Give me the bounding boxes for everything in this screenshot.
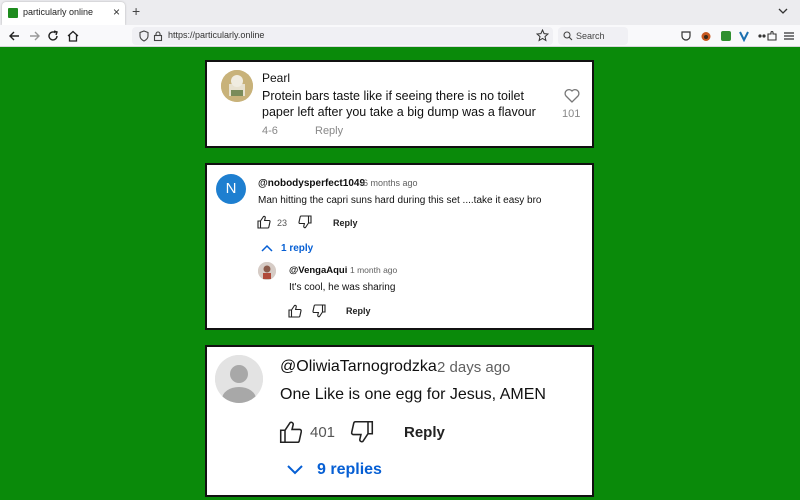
search-placeholder: Search — [576, 31, 605, 41]
comment-text: One Like is one egg for Jesus, AMEN — [280, 386, 546, 403]
navigation-toolbar: https://particularly.online Search — [0, 25, 800, 47]
comment-card-oliwia: @OliwiaTarnogrodzka 2 days ago One Like … — [205, 345, 594, 497]
new-tab-icon[interactable]: + — [132, 3, 140, 19]
reply-text: It's cool, he was sharing — [289, 282, 396, 293]
avatar[interactable]: N — [216, 174, 246, 204]
back-icon[interactable] — [7, 29, 21, 43]
pocket-icon[interactable] — [680, 30, 692, 42]
extension-v-icon[interactable] — [738, 30, 750, 42]
dislike-icon[interactable] — [298, 215, 312, 229]
url-text[interactable]: https://particularly.online — [168, 30, 264, 40]
reply-author[interactable]: @VengaAqui — [289, 265, 347, 276]
reply-time: 1 month ago — [350, 265, 398, 275]
comment-card-nobodysperfect: N @nobodysperfect1049 6 months ago Man h… — [205, 163, 594, 330]
extension-fox-icon[interactable] — [700, 30, 712, 42]
bookmark-star-icon[interactable] — [536, 29, 549, 42]
reply-button[interactable]: Reply — [404, 424, 445, 441]
tracking-protection-shield-icon[interactable] — [138, 30, 150, 42]
lock-icon[interactable] — [152, 30, 164, 42]
heart-icon[interactable] — [564, 88, 580, 103]
reply-button[interactable]: Reply — [315, 125, 343, 137]
like-icon[interactable] — [257, 215, 271, 229]
address-bar[interactable]: https://particularly.online — [132, 27, 553, 45]
comment-date: 4-6 — [262, 125, 278, 137]
chevron-down-icon[interactable] — [287, 465, 303, 475]
chevron-up-icon[interactable] — [261, 244, 273, 252]
comment-time: 6 months ago — [363, 178, 418, 188]
reply-avatar[interactable] — [258, 262, 276, 280]
close-tab-icon[interactable]: × — [113, 5, 120, 19]
dislike-icon[interactable] — [312, 304, 326, 318]
like-icon[interactable] — [279, 420, 303, 444]
search-box[interactable]: Search — [558, 27, 628, 45]
avatar-image-icon — [221, 70, 253, 102]
like-count: 23 — [277, 218, 288, 228]
tab-bar: particularly online × + — [0, 0, 800, 25]
reply-button[interactable]: Reply — [346, 306, 371, 316]
comment-author[interactable]: @nobodysperfect1049 — [258, 178, 365, 189]
site-favicon-icon — [8, 8, 18, 18]
replies-toggle[interactable]: 9 replies — [317, 461, 382, 479]
extensions-puzzle-icon[interactable] — [766, 30, 778, 42]
avatar[interactable] — [215, 355, 263, 403]
tab-title: particularly online — [23, 7, 94, 17]
extension-green-icon[interactable] — [720, 30, 732, 42]
dislike-icon[interactable] — [350, 420, 374, 444]
active-tab[interactable]: particularly online × — [2, 2, 125, 25]
comment-author[interactable]: Pearl — [262, 71, 290, 85]
search-icon — [563, 31, 573, 41]
list-all-tabs-icon[interactable] — [778, 6, 788, 16]
app-menu-icon[interactable] — [783, 30, 795, 42]
reload-icon[interactable] — [46, 29, 60, 43]
like-count: 101 — [562, 108, 581, 120]
replies-toggle[interactable]: 1 reply — [281, 243, 313, 254]
comment-text-line1: Protein bars taste like if seeing there … — [262, 89, 524, 103]
comment-text-line2: paper left after you take a big dump was… — [262, 105, 536, 119]
default-avatar-icon — [215, 355, 263, 403]
comment-time: 2 days ago — [437, 359, 511, 376]
avatar-image-icon — [258, 262, 276, 280]
forward-icon[interactable] — [28, 29, 42, 43]
comment-author[interactable]: @OliwiaTarnogrodzka — [280, 358, 437, 376]
like-count: 401 — [310, 424, 336, 441]
comment-card-pearl: Pearl Protein bars taste like if seeing … — [205, 60, 594, 148]
avatar[interactable] — [221, 70, 253, 102]
reply-button[interactable]: Reply — [333, 218, 358, 228]
like-icon[interactable] — [288, 304, 302, 318]
home-icon[interactable] — [66, 29, 80, 43]
comment-text: Man hitting the capri suns hard during t… — [258, 195, 542, 206]
